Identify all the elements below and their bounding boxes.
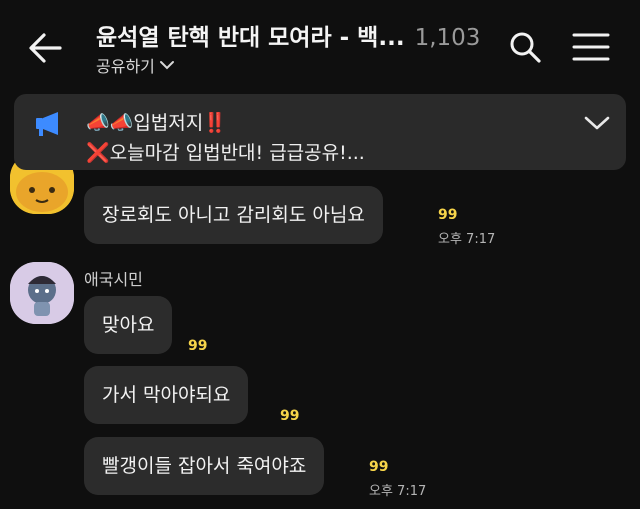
message-bubble[interactable]: 장로회도 아니고 감리회도 아님요 bbox=[84, 186, 383, 244]
message-text: 가서 막아야되요 bbox=[102, 384, 231, 406]
menu-button[interactable] bbox=[570, 30, 612, 64]
chevron-down-icon bbox=[159, 61, 174, 70]
message-time: 오후 7:17 bbox=[369, 484, 427, 499]
sender-name: 애국시민 bbox=[84, 270, 143, 289]
unread-count: 99 bbox=[280, 408, 300, 424]
search-button[interactable] bbox=[506, 28, 544, 66]
unread-count: 99 bbox=[438, 207, 458, 223]
message-text: 맞아요 bbox=[102, 314, 155, 336]
message-bubble[interactable]: 빨갱이들 잡아서 죽여야죠 bbox=[84, 437, 325, 495]
menu-icon bbox=[572, 33, 610, 61]
message-time: 오후 7:17 bbox=[438, 232, 496, 247]
member-count: 1,103 bbox=[414, 25, 481, 51]
chat-header: 윤석열 탄핵 반대 모여라 - 백... 1,103 공유하기 bbox=[0, 0, 640, 92]
unread-count: 99 bbox=[369, 459, 389, 475]
character-avatar-icon bbox=[10, 262, 74, 324]
notice-body: ❌오늘마감 입법반대! 급급공유!... bbox=[86, 142, 365, 164]
unread-count: 99 bbox=[188, 338, 208, 354]
message-bubble[interactable]: 가서 막아야되요 bbox=[84, 366, 249, 424]
search-icon bbox=[510, 32, 541, 63]
message-text: 장로회도 아니고 감리회도 아님요 bbox=[102, 204, 365, 226]
avatar[interactable] bbox=[10, 262, 74, 324]
chat-title: 윤석열 탄핵 반대 모여라 - 백... bbox=[96, 25, 405, 51]
back-arrow-icon bbox=[29, 33, 62, 63]
share-button[interactable]: 공유하기 bbox=[96, 53, 175, 77]
notice-banner[interactable]: 📣📣입법저지‼️ ❌오늘마감 입법반대! 급급공유!... bbox=[14, 94, 626, 170]
message-bubble[interactable]: 맞아요 bbox=[84, 296, 173, 354]
back-button[interactable] bbox=[24, 28, 70, 68]
notice-title: 📣📣입법저지‼️ bbox=[86, 112, 227, 134]
megaphone-icon bbox=[36, 112, 58, 136]
chat-title-row[interactable]: 윤석열 탄핵 반대 모여라 - 백... 1,103 bbox=[96, 18, 480, 52]
chevron-down-icon[interactable] bbox=[582, 112, 612, 134]
message-text: 빨갱이들 잡아서 죽여야죠 bbox=[102, 455, 307, 477]
share-label: 공유하기 bbox=[96, 57, 155, 76]
